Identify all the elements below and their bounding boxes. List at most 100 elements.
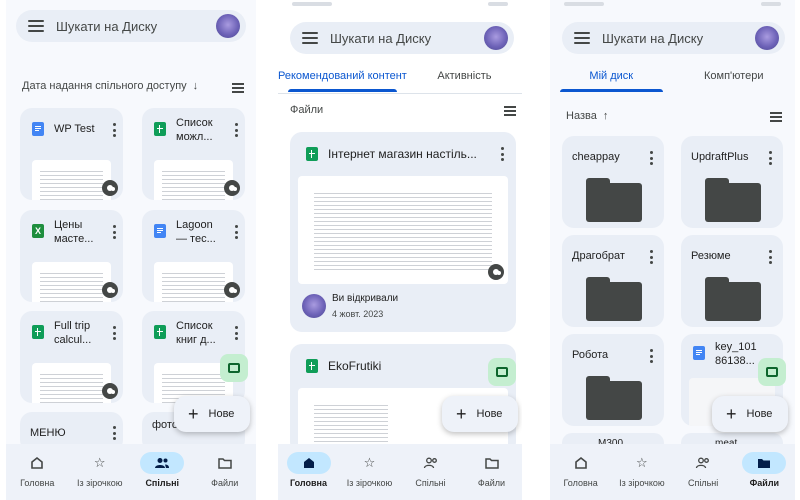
menu-icon[interactable] (302, 32, 318, 44)
tab-my-drive[interactable]: Мій диск (550, 70, 673, 92)
home-icon (559, 452, 603, 474)
avatar[interactable] (484, 26, 508, 50)
scan-camera-button[interactable] (758, 358, 786, 386)
folder-card[interactable]: UpdraftPlus (681, 136, 783, 228)
nav-label: Спільні (415, 478, 446, 488)
activity-date: 4 жовт. 2023 (332, 309, 384, 319)
more-options-icon[interactable] (234, 123, 238, 137)
search-placeholder: Шукати на Диску (602, 30, 704, 46)
avatar[interactable] (755, 26, 779, 50)
file-card[interactable]: Lagoon — тес... (142, 210, 245, 302)
search-placeholder: Шукати на Диску (56, 18, 158, 34)
nav-label: Спільні (145, 478, 180, 488)
shared-icon (224, 180, 240, 196)
sort-control[interactable]: Назва ↑ (566, 110, 608, 122)
nav-home[interactable]: Головна (278, 444, 339, 500)
new-button[interactable]: + Нове (712, 396, 788, 432)
list-view-icon[interactable] (504, 106, 516, 116)
nav-files[interactable]: Файли (734, 444, 795, 500)
folder-icon (586, 277, 642, 321)
nav-label: Головна (563, 478, 598, 488)
nav-label: Файли (477, 478, 506, 488)
nav-label: Із зірочкою (76, 478, 123, 488)
more-options-icon[interactable] (500, 147, 504, 161)
nav-shared[interactable]: Спільні (673, 444, 734, 500)
folder-card[interactable]: Драгобрат (562, 235, 664, 327)
new-button[interactable]: + Нове (442, 396, 518, 432)
menu-icon[interactable] (28, 20, 44, 32)
nav-files[interactable]: Файли (194, 444, 257, 500)
file-card[interactable]: X Цены масте... (20, 210, 123, 302)
bottom-navigation: Головна ☆ Із зірочкою Спільні Файли (550, 444, 795, 500)
search-bar[interactable]: Шукати на Диску (290, 22, 514, 54)
scan-camera-button[interactable] (220, 354, 248, 382)
people-icon (140, 452, 185, 474)
nav-label: Файли (749, 478, 780, 488)
file-card[interactable]: Список можл... (142, 108, 245, 200)
docs-icon (154, 224, 166, 238)
tab-computers[interactable]: Комп'ютери (673, 70, 796, 92)
file-title: Full trip calcul... (54, 320, 92, 346)
more-options-icon[interactable] (649, 250, 653, 264)
more-options-icon[interactable] (234, 326, 238, 340)
more-options-icon[interactable] (768, 250, 772, 264)
new-button[interactable]: + Нове (174, 396, 250, 432)
tab-activity[interactable]: Активність (407, 70, 522, 92)
people-icon (409, 452, 453, 474)
sort-arrow-icon: ↑ (602, 110, 609, 122)
more-options-icon[interactable] (112, 123, 116, 137)
more-options-icon[interactable] (234, 225, 238, 239)
folder-card[interactable]: Робота (562, 334, 664, 426)
shared-icon (102, 282, 118, 298)
sort-label: Назва (566, 110, 597, 122)
nav-starred[interactable]: ☆ Із зірочкою (339, 444, 400, 500)
file-thumbnail (298, 176, 508, 284)
bottom-navigation: Головна ☆ Із зірочкою Спільні Файли (278, 444, 522, 500)
more-options-icon[interactable] (112, 225, 116, 239)
menu-icon[interactable] (574, 32, 590, 44)
nav-shared[interactable]: Спільні (400, 444, 461, 500)
file-title: МЕНЮ (30, 427, 66, 439)
avatar[interactable] (216, 14, 240, 38)
sheets-icon (154, 122, 166, 136)
file-card[interactable]: Full trip calcul... (20, 311, 123, 403)
search-bar[interactable]: Шукати на Диску (16, 10, 246, 42)
more-options-icon[interactable] (649, 151, 653, 165)
folder-title: UpdraftPlus (691, 151, 749, 163)
home-icon (15, 452, 59, 474)
file-title: WP Test (54, 123, 95, 135)
nav-home[interactable]: Головна (550, 444, 611, 500)
more-options-icon[interactable] (112, 326, 116, 340)
nav-starred[interactable]: ☆ Із зірочкою (611, 444, 672, 500)
nav-label: Спільні (687, 478, 719, 488)
new-button-label: Нове (746, 408, 773, 420)
nav-starred[interactable]: ☆ Із зірочкою (69, 444, 132, 500)
nav-shared[interactable]: Спільні (131, 444, 194, 500)
more-options-icon[interactable] (768, 151, 772, 165)
folder-card[interactable]: cheappay (562, 136, 664, 228)
file-card[interactable]: Інтернет магазин настіль... Ви відкривал… (290, 132, 516, 332)
search-bar[interactable]: Шукати на Диску (562, 22, 785, 54)
more-options-icon[interactable] (649, 349, 653, 363)
nav-label: Головна (290, 478, 327, 488)
more-options-icon[interactable] (112, 426, 116, 440)
scan-camera-button[interactable] (488, 358, 516, 386)
list-view-icon[interactable] (232, 83, 244, 93)
folder-title: Резюме (691, 250, 731, 262)
status-bar (761, 2, 781, 6)
new-button-label: Нове (208, 408, 235, 420)
folder-title: Робота (572, 349, 609, 361)
sheets-icon (154, 325, 166, 339)
nav-files[interactable]: Файли (461, 444, 522, 500)
file-card[interactable]: WP Test (20, 108, 123, 200)
folder-card[interactable]: Резюме (681, 235, 783, 327)
shared-icon (102, 180, 118, 196)
file-icon (693, 346, 705, 360)
tab-recommended[interactable]: Рекомендований контент (278, 70, 407, 92)
list-view-icon[interactable] (770, 112, 782, 122)
folder-icon (586, 376, 642, 420)
sort-control[interactable]: Дата надання спільного доступу ↓ (22, 80, 198, 92)
nav-home[interactable]: Головна (6, 444, 69, 500)
file-title: Список можл... (176, 117, 213, 143)
avatar (302, 294, 326, 318)
